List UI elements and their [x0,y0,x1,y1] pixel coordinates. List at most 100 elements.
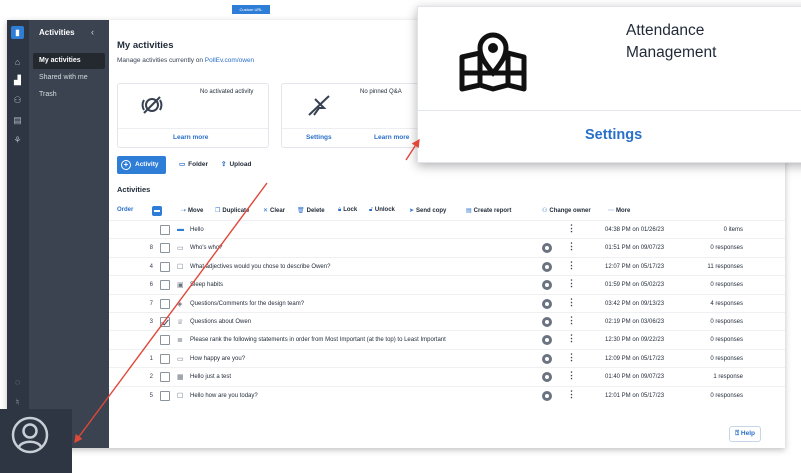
row-responses: 0 items [723,227,743,233]
table-row[interactable]: 5 ☐ Hello how are you today? ⋮ 12:01 PM on 0… [109,385,785,404]
groups-icon[interactable]: ⚘ [11,134,24,147]
unlock-button[interactable]: 🔓︎ Unlock [369,207,395,214]
row-title[interactable]: Please rank the following statements in … [190,337,446,343]
more-dots-icon: ⋯ [608,208,614,214]
duplicate-button[interactable]: ❐ Duplicate [215,207,249,214]
kebab-menu-icon[interactable]: ⋮ [567,279,576,288]
help-label: Help [740,430,755,437]
learn-more-link-pinned[interactable]: Learn more [374,134,409,141]
table-row[interactable]: 6 ▣ Sleep habits ⋮ 01:59 PM on 05/02/23 0 res… [109,275,785,293]
row-checkbox[interactable] [160,280,170,291]
table-row[interactable]: 2 ▦ Hello just a test ⋮ 01:40 PM on 09/07/23… [109,367,785,385]
table-row[interactable]: ≣ Please rank the following statements in… [109,330,785,348]
broadcast-icon[interactable] [542,243,552,254]
add-folder-label: Folder [188,161,209,168]
row-checkbox[interactable] [160,243,170,254]
send-copy-button[interactable]: ➤ Send copy [409,207,446,214]
activities-icon[interactable]: ▟ [11,74,24,87]
table-row[interactable]: 4 ☐ What adjectives would you chose to des… [109,256,785,275]
move-button[interactable]: ⇢ Move [181,207,203,214]
sidebar-item-shared-with-me[interactable]: Shared with me [33,70,105,86]
row-title[interactable]: What adjectives would you chose to descr… [190,264,330,270]
avatar-callout[interactable] [0,409,72,473]
row-order: 6 [149,282,153,289]
settings-link[interactable]: Settings [306,134,332,141]
help-button[interactable]: ⍰ Help [729,426,761,442]
row-checkbox[interactable] [160,317,170,327]
broadcast-icon[interactable] [542,280,552,291]
kebab-menu-icon[interactable]: ⋮ [567,352,576,362]
broadcast-icon[interactable] [542,390,552,401]
table-row[interactable]: 3 ♕ Questions about Owen ⋮ 02:19 PM on 03/06… [109,312,785,330]
zoom-settings-link[interactable]: Settings [585,127,642,143]
broadcast-icon[interactable] [542,372,552,383]
kebab-menu-icon[interactable]: ⋮ [567,389,576,399]
broadcast-icon[interactable] [542,298,552,309]
row-checkbox[interactable] [160,353,170,364]
reports-icon[interactable]: ▤ [11,114,24,127]
kebab-menu-icon[interactable]: ⋮ [567,371,576,380]
kebab-menu-icon[interactable]: ⋮ [567,224,576,233]
app-logo-icon[interactable]: ▮ [11,26,24,39]
row-checkbox[interactable] [160,225,170,235]
row-responses: 4 responses [710,300,743,307]
row-title[interactable]: Hello how are you today? [190,393,258,399]
row-title[interactable]: Questions/Comments for the design team? [190,301,304,307]
more-button[interactable]: ⋯ More [608,207,630,214]
zoom-divider [418,110,801,111]
row-title[interactable]: Hello [190,227,204,233]
broadcast-icon[interactable] [542,335,552,346]
qa-icon: ◈ [177,300,183,308]
kebab-menu-icon[interactable]: ⋮ [567,242,576,251]
pollev-link[interactable]: PollEv.com/owen [205,57,254,64]
row-checkbox[interactable] [160,390,170,401]
unlock-icon: 🔓︎ [369,207,373,213]
row-title[interactable]: How happy are you? [190,356,245,362]
row-title[interactable]: Sleep habits [190,282,223,288]
broadcast-icon[interactable] [542,317,552,327]
row-title[interactable]: Hello just a test [190,374,231,380]
sidebar: Activities ‹ My activities Shared with m… [29,20,109,448]
grid-icon: ▦ [177,374,184,382]
support-icon[interactable]: ◌ [11,376,24,389]
lock-button[interactable]: 🔒︎ Lock [338,207,357,214]
add-folder-button[interactable]: ▭ Folder [179,156,208,174]
row-checkbox[interactable] [160,261,170,272]
sidebar-item-my-activities[interactable]: My activities [33,53,105,69]
participants-icon[interactable]: ⚇ [11,94,24,107]
clear-icon: ✕ [263,208,269,214]
page-title: My activities [117,40,174,51]
kebab-menu-icon[interactable]: ⋮ [567,334,576,343]
row-responses: 0 responses [710,245,743,252]
select-all-checkbox[interactable] [152,206,162,216]
create-report-button[interactable]: ▤ Create report [466,207,511,214]
row-title[interactable]: Questions about Owen [190,319,251,325]
row-order: 2 [149,374,153,381]
table-row[interactable]: 8 ▭ Who's who? ⋮ 01:51 PM on 09/07/23 0 respo… [109,238,785,256]
kebab-menu-icon[interactable]: ⋮ [567,260,576,270]
delete-button[interactable]: 🗑 Delete [297,207,325,214]
chevron-left-icon[interactable]: ‹ [91,27,94,37]
change-owner-button[interactable]: ⚇ Change owner [542,207,591,214]
row-checkbox[interactable] [160,335,170,346]
table-row[interactable]: ▬ Hello ⋮ 04:38 PM on 01/26/23 0 items [109,220,785,238]
duplicate-label: Duplicate [222,208,250,214]
clear-button[interactable]: ✕ Clear [263,207,285,214]
custom-url-badge[interactable]: Custom URL [232,5,270,14]
row-checkbox[interactable] [160,298,170,309]
broadcast-icon[interactable] [542,353,552,364]
kebab-menu-icon[interactable]: ⋮ [567,297,576,307]
row-checkbox[interactable] [160,372,170,383]
notifications-icon[interactable]: ♮ [11,396,24,409]
add-activity-button[interactable]: + Activity [117,156,166,174]
table-row[interactable]: 7 ◈ Questions/Comments for the design team… [109,293,785,312]
kebab-menu-icon[interactable]: ⋮ [567,316,576,325]
home-icon[interactable]: ⌂ [11,56,24,69]
order-sort-button[interactable]: Order [117,207,133,213]
learn-more-link-activated[interactable]: Learn more [173,134,208,141]
broadcast-icon[interactable] [542,261,552,272]
row-title[interactable]: Who's who? [190,245,223,251]
upload-button[interactable]: ⇪ Upload [221,156,251,174]
table-row[interactable]: 1 ▭ How happy are you? ⋮ 12:09 PM on 05/17/2… [109,348,785,367]
sidebar-item-trash[interactable]: Trash [33,87,105,103]
